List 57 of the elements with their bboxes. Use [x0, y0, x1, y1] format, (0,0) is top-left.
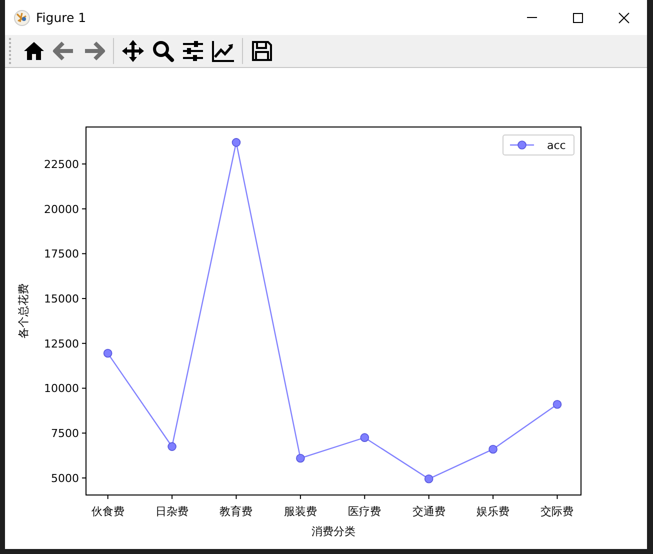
home-icon — [22, 39, 46, 63]
x-tick-label: 娱乐费 — [476, 505, 510, 518]
sliders-icon — [181, 39, 205, 63]
right-arrow-icon — [82, 39, 106, 63]
line-chart-icon — [211, 39, 235, 63]
window-title: Figure 1 — [36, 10, 88, 25]
data-point — [232, 138, 241, 147]
left-arrow-icon — [52, 39, 76, 63]
data-point — [360, 433, 370, 442]
y-tick-label: 22500 — [44, 158, 79, 171]
x-tick-label: 服装费 — [284, 505, 317, 518]
x-axis-label: 消费分类 — [312, 525, 356, 538]
data-point — [488, 444, 498, 454]
close-icon — [618, 12, 630, 24]
y-tick-label: 7500 — [51, 427, 79, 440]
tick-mark — [82, 208, 86, 210]
tick-mark — [82, 253, 86, 254]
tick-mark — [107, 494, 108, 500]
y-axis-label: 各个总花费 — [17, 284, 30, 338]
tick-mark — [428, 494, 430, 500]
tick-mark — [82, 388, 86, 389]
tick-mark — [172, 494, 173, 500]
x-tick-label: 教育费 — [220, 505, 253, 518]
search-icon — [151, 39, 175, 63]
tick-mark — [82, 163, 86, 164]
data-point — [552, 400, 562, 409]
data-point — [296, 454, 305, 463]
x-tick-label: 医疗费 — [348, 505, 382, 518]
x-tick-label: 交通费 — [412, 505, 446, 518]
y-tick-label: 5000 — [51, 472, 79, 485]
app-icon — [14, 10, 30, 26]
minimize-icon — [526, 17, 538, 18]
x-tick-label: 交际费 — [540, 505, 574, 518]
y-tick-label: 20000 — [44, 202, 79, 216]
tick-mark — [82, 342, 86, 344]
x-tick-label: 伙食费 — [91, 505, 124, 518]
tick-mark — [492, 494, 494, 500]
tick-mark — [82, 298, 86, 300]
tick-mark — [82, 477, 86, 478]
move-icon — [121, 39, 145, 63]
legend-label: acc — [547, 139, 566, 152]
legend-box — [502, 134, 574, 156]
tick-mark — [300, 494, 301, 500]
y-tick-label: 15000 — [44, 292, 79, 306]
y-tick-label: 10000 — [44, 382, 79, 396]
y-tick-label: 12500 — [44, 337, 79, 350]
tick-mark — [236, 494, 237, 500]
tick-mark — [82, 432, 86, 434]
x-tick-label: 日杂费 — [156, 505, 189, 518]
tick-mark — [556, 494, 558, 500]
legend-marker-icon — [510, 140, 534, 150]
y-tick-label: 17500 — [44, 248, 79, 261]
data-point — [103, 348, 112, 358]
tick-mark — [364, 494, 366, 500]
maximize-icon — [572, 12, 584, 24]
data-point — [168, 442, 176, 451]
data-point — [424, 474, 434, 484]
